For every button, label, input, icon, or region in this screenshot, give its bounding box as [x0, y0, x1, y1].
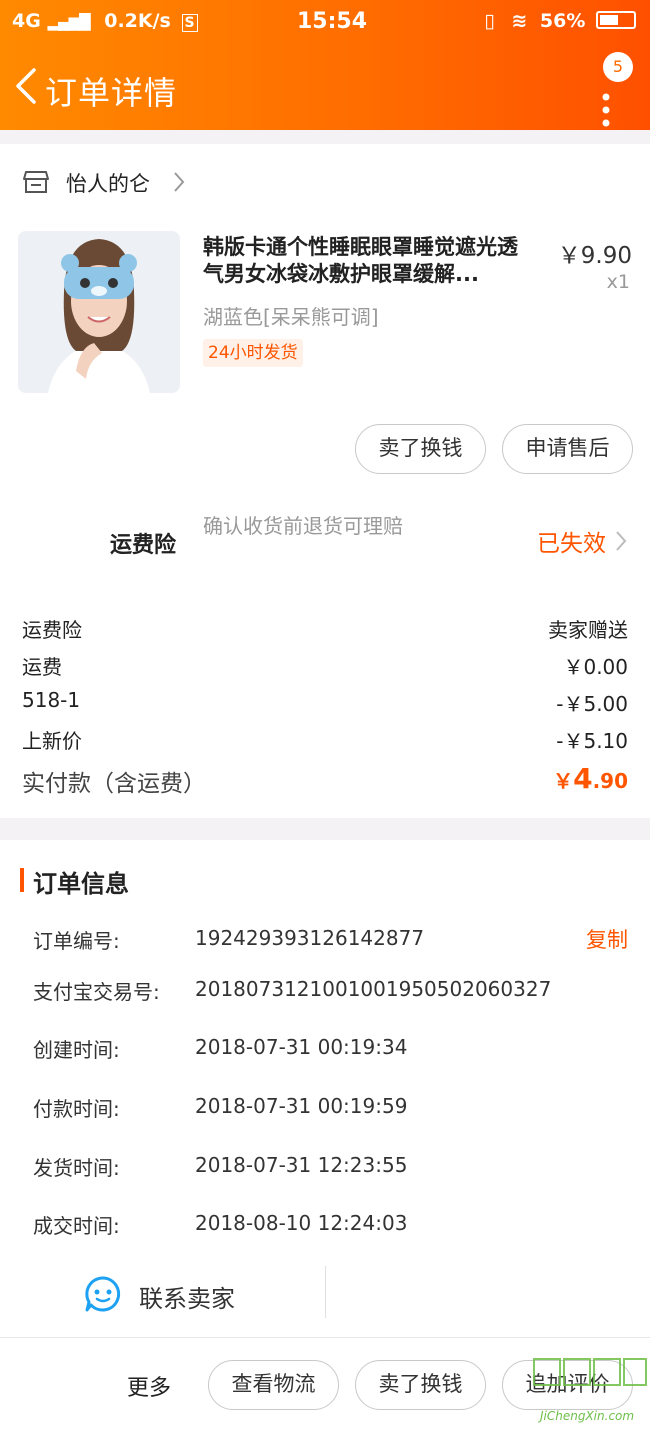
total-integer: 4 — [573, 762, 593, 795]
product-quantity: x1 — [606, 271, 630, 293]
more-menu-icon[interactable] — [596, 78, 616, 128]
chat-bubble-icon — [85, 1276, 121, 1312]
alipay-number-label: 支付宝交易号: — [33, 980, 160, 1004]
product-image[interactable] — [18, 231, 180, 393]
fee-row: 运费险 卖家赠送 — [22, 614, 628, 643]
total-amount: ￥4.90 — [553, 762, 628, 795]
chevron-right-icon — [616, 531, 627, 551]
vertical-divider — [325, 1266, 326, 1318]
created-time-value: 2018-07-31 00:19:34 — [195, 1035, 408, 1059]
sell-button-bottom[interactable]: 卖了换钱 — [355, 1360, 486, 1410]
message-badge[interactable]: 5 — [603, 52, 633, 82]
contact-seller-label: 联系卖家 — [139, 1285, 235, 1313]
shop-name: 怡人的仑 — [66, 172, 150, 196]
shipped-time-label: 发货时间: — [33, 1156, 120, 1180]
shop-link[interactable]: 怡人的仑 — [0, 160, 650, 204]
fee-label: 上新价 — [22, 729, 82, 753]
after-sale-button[interactable]: 申请售后 — [502, 424, 633, 474]
view-logistics-button[interactable]: 查看物流 — [208, 1360, 339, 1410]
store-icon — [23, 171, 49, 193]
fee-row: 运费 ￥0.00 — [22, 651, 628, 680]
watermark-text: JiChengXin.com — [540, 1409, 635, 1423]
alipay-number-value: 2018073121001001950502060327 — [195, 977, 552, 1001]
vibrate-icon: ▯ — [484, 10, 495, 32]
order-number-value: 192429393126142877 — [195, 926, 425, 950]
battery-icon — [596, 11, 636, 29]
insurance-description: 确认收货前退货可理赔 — [203, 514, 403, 538]
deal-time-label: 成交时间: — [33, 1214, 120, 1238]
product-spec: 湖蓝色[呆呆熊可调] — [203, 305, 379, 329]
fee-label: 运费 — [22, 655, 62, 679]
deal-time-value: 2018-08-10 12:24:03 — [195, 1211, 408, 1235]
product-price: ￥9.90 — [557, 243, 632, 269]
page-title: 订单详情 — [45, 74, 178, 112]
total-decimal: .90 — [592, 769, 628, 793]
total-currency: ￥ — [553, 769, 574, 793]
back-arrow-icon[interactable] — [12, 66, 40, 106]
shipped-time-value: 2018-07-31 12:23:55 — [195, 1153, 408, 1177]
contact-seller-button[interactable]: 联系卖家 — [84, 1273, 324, 1319]
insurance-status: 已失效 — [537, 531, 606, 557]
app-header: 4G ▂▄▆█ 0.2K/s S 15:54 ▯ ≋ 56% 订单详情 5 — [0, 0, 650, 130]
section-gap — [0, 818, 650, 840]
fee-label: 运费险 — [22, 618, 82, 642]
order-number-label: 订单编号: — [33, 929, 120, 953]
nav-bar: 订单详情 5 — [0, 50, 650, 128]
insurance-label: 运费险 — [110, 533, 177, 558]
network-speed: 0.2K/s — [104, 10, 171, 32]
status-left: 4G ▂▄▆█ 0.2K/s S — [12, 10, 198, 32]
signal-icon: ▂▄▆█ — [47, 13, 90, 31]
status-time: 15:54 — [297, 9, 368, 34]
fee-row: 518-1 -￥5.00 — [22, 688, 628, 716]
status-bar: 4G ▂▄▆█ 0.2K/s S 15:54 ▯ ≋ 56% — [0, 0, 650, 44]
fee-value: ￥0.00 — [563, 655, 628, 679]
copy-button[interactable]: 复制 — [586, 924, 628, 954]
product-title[interactable]: 韩版卡通个性睡眠眼罩睡觉遮光透气男女冰袋冰敷护眼罩缓解... — [203, 234, 533, 288]
fee-row: 上新价 -￥5.10 — [22, 725, 628, 754]
fee-label: 518-1 — [22, 688, 81, 712]
created-time-label: 创建时间: — [33, 1038, 120, 1062]
fee-value: 卖家赠送 — [548, 618, 628, 642]
total-label: 实付款（含运费） — [22, 771, 206, 797]
shipping-tag: 24小时发货 — [203, 339, 303, 367]
order-info-title: 订单信息 — [33, 870, 129, 898]
product-photo-illustration — [18, 231, 180, 393]
paid-time-value: 2018-07-31 00:19:59 — [195, 1094, 408, 1118]
fee-value: -￥5.00 — [556, 692, 628, 716]
fee-value: -￥5.10 — [556, 729, 628, 753]
paid-time-label: 付款时间: — [33, 1097, 120, 1121]
sell-button[interactable]: 卖了换钱 — [355, 424, 486, 474]
battery-percent: 56% — [539, 10, 586, 32]
horizontal-divider — [0, 1337, 650, 1338]
status-right: ▯ ≋ 56% — [484, 10, 636, 32]
chevron-right-icon — [174, 172, 185, 192]
sim-icon: S — [181, 14, 198, 32]
wifi-icon: ≋ — [511, 10, 528, 32]
section-accent-bar — [20, 868, 24, 892]
network-indicator: 4G — [12, 10, 41, 32]
more-button[interactable]: 更多 — [127, 1370, 171, 1402]
section-gap — [0, 130, 650, 144]
